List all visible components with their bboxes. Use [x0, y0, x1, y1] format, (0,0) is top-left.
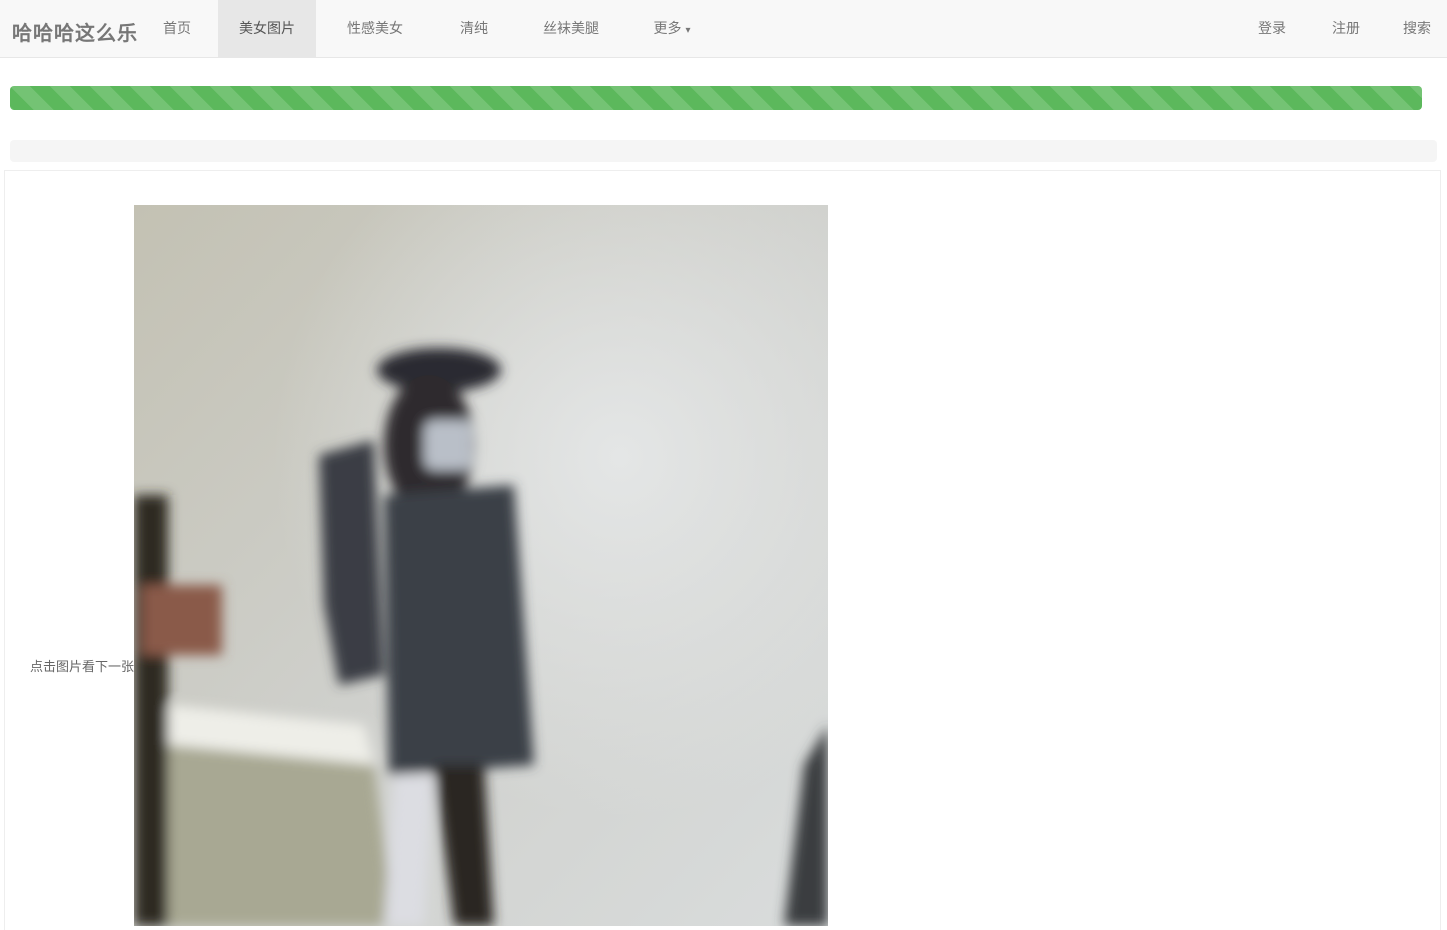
register-link[interactable]: 注册 — [1326, 0, 1366, 58]
top-navbar: 哈哈哈这么乐 首页 美女图片 性感美女 清纯 丝袜美腿 更多 ▾ 登录 注册 搜索 — [0, 0, 1447, 58]
search-link[interactable]: 搜索 — [1396, 0, 1438, 58]
site-brand[interactable]: 哈哈哈这么乐 — [12, 17, 138, 46]
nav-item-beauty-pics[interactable]: 美女图片 — [218, 0, 316, 58]
login-link[interactable]: 登录 — [1252, 0, 1292, 58]
breadcrumb-bar — [10, 140, 1437, 162]
nav-item-label: 更多 — [653, 21, 682, 37]
nav-item-more-dropdown[interactable]: 更多 ▾ — [642, 0, 702, 58]
nav-item-label: 性感美女 — [347, 21, 403, 37]
nav-item-label: 登录 — [1258, 21, 1286, 37]
main-photo[interactable] — [134, 205, 828, 926]
nav-item-label: 首页 — [163, 21, 191, 37]
nav-item-sexy[interactable]: 性感美女 — [336, 0, 414, 58]
nav-item-stockings[interactable]: 丝袜美腿 — [532, 0, 610, 58]
nav-item-label: 清纯 — [460, 21, 488, 37]
caret-down-icon: ▾ — [685, 25, 691, 36]
nav-item-label: 注册 — [1332, 21, 1360, 37]
nav-item-pure[interactable]: 清纯 — [446, 0, 502, 58]
progress-bar — [10, 86, 1422, 110]
side-hint-text: 点击图片看下一张 — [30, 660, 135, 675]
nav-item-label: 搜索 — [1403, 21, 1431, 37]
nav-item-label: 美女图片 — [239, 21, 295, 37]
nav-item-home[interactable]: 首页 — [158, 0, 196, 58]
nav-item-label: 丝袜美腿 — [543, 21, 599, 37]
photo-image — [134, 205, 828, 926]
